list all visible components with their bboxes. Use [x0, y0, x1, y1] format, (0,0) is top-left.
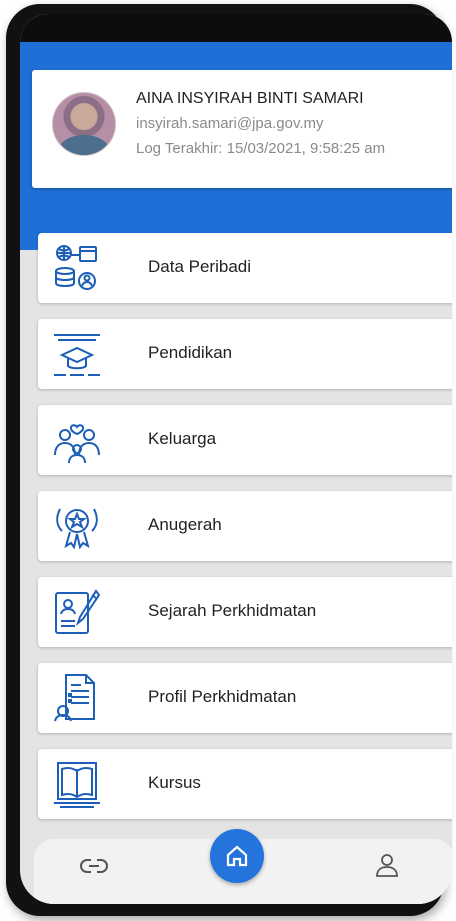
menu-label: Anugerah: [148, 515, 222, 534]
menu-item-profil-perkhidmatan[interactable]: Profil Perkhidmatan: [38, 663, 452, 733]
database-person-icon: [55, 245, 97, 290]
family-icon: [54, 424, 100, 464]
app-screen: AINA INSYIRAH BINTI SAMARI insyirah.sama…: [20, 14, 452, 904]
menu-item-kursus[interactable]: Kursus: [38, 749, 452, 819]
award-badge-icon: [56, 508, 98, 550]
user-icon[interactable]: [374, 852, 400, 878]
menu-item-anugerah[interactable]: Anugerah: [38, 491, 452, 561]
home-button[interactable]: [210, 829, 264, 883]
menu-label: Data Peribadi: [148, 257, 252, 276]
menu-item-keluarga[interactable]: Keluarga: [38, 405, 452, 475]
menu-item-pendidikan[interactable]: Pendidikan: [38, 319, 452, 389]
menu-label: Profil Perkhidmatan: [148, 687, 297, 706]
menu-label: Sejarah Perkhidmatan: [148, 601, 317, 620]
profile-card[interactable]: AINA INSYIRAH BINTI SAMARI insyirah.sama…: [32, 70, 452, 188]
graduation-cap-icon: [54, 334, 100, 376]
book-icon: [54, 762, 100, 808]
last-login: Log Terakhir: 15/03/2021, 9:58:25 am: [136, 140, 386, 157]
service-profile-icon: [54, 674, 95, 722]
menu-item-sejarah-perkhidmatan[interactable]: Sejarah Perkhidmatan: [38, 577, 452, 647]
menu-item-data-peribadi[interactable]: Data Peribadi: [38, 233, 452, 303]
link-icon[interactable]: [80, 857, 108, 875]
profile-name: AINA INSYIRAH BINTI SAMARI: [136, 90, 364, 107]
status-bar: [20, 14, 452, 42]
home-icon: [226, 845, 248, 867]
profile-email: insyirah.samari@jpa.gov.my: [136, 115, 324, 132]
avatar: [52, 92, 116, 156]
menu-label: Pendidikan: [148, 343, 233, 362]
menu-label: Kursus: [148, 773, 201, 792]
menu-label: Keluarga: [148, 429, 217, 448]
service-history-icon: [55, 589, 101, 634]
